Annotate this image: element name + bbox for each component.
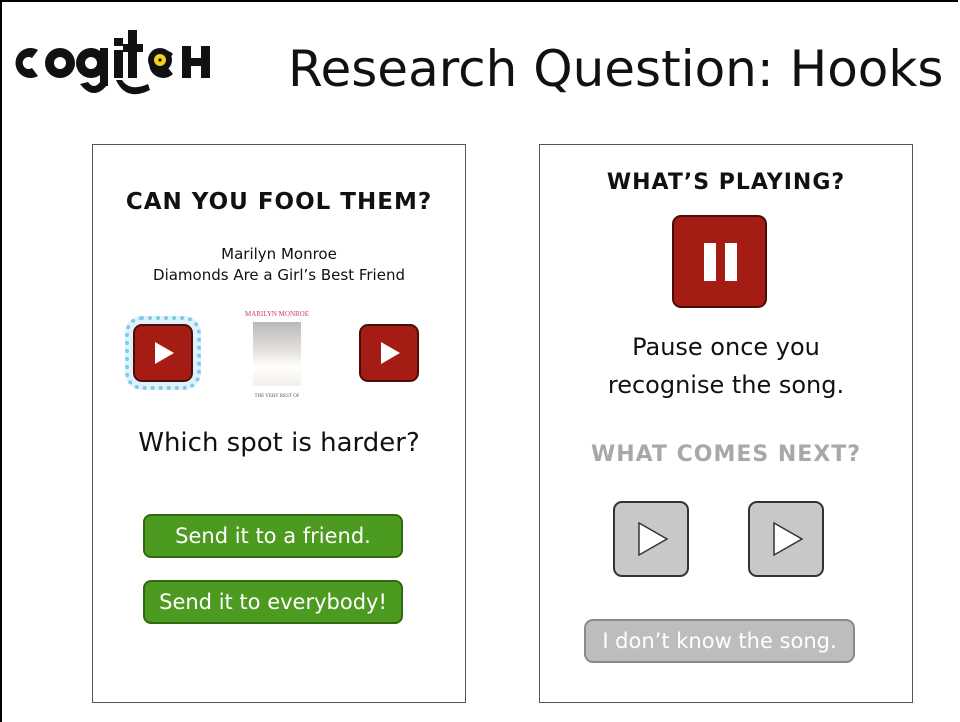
pause-icon	[704, 243, 716, 281]
send-to-everybody-button[interactable]: Send it to everybody!	[143, 580, 403, 624]
play-button-right[interactable]	[359, 324, 419, 382]
slide-title: Research Question: Hooks	[288, 40, 944, 98]
play-icon	[381, 342, 400, 364]
next-option-play-button-1[interactable]	[613, 501, 689, 577]
question-text: Which spot is harder?	[138, 428, 420, 458]
what-comes-next-heading: WHAT COMES NEXT?	[590, 442, 862, 467]
pause-button[interactable]	[672, 215, 767, 308]
can-you-fool-them-panel: CAN YOU FOOL THEM? Marilyn Monroe Diamon…	[92, 144, 466, 703]
play-button-left[interactable]	[125, 316, 201, 390]
album-photo	[253, 322, 301, 386]
panel-heading: WHAT’S PLAYING?	[606, 170, 846, 195]
vinyl-record-icon	[148, 48, 172, 72]
album-cover-bottom-text: THE VERY BEST OF	[254, 394, 300, 399]
play-icon	[773, 521, 804, 557]
instruction-line-1: Pause once you	[632, 333, 820, 361]
play-icon	[155, 342, 174, 364]
cogitch-logo	[15, 30, 210, 95]
next-option-play-button-2[interactable]	[748, 501, 824, 577]
send-to-friend-button[interactable]: Send it to a friend.	[143, 514, 403, 558]
dont-know-song-button[interactable]: I don’t know the song.	[584, 619, 855, 663]
play-icon	[638, 521, 669, 557]
instruction-line-2: recognise the song.	[607, 371, 845, 399]
whats-playing-panel: WHAT’S PLAYING? Pause once you recognise…	[539, 144, 913, 703]
pause-icon-bar	[725, 243, 737, 281]
album-cover-top-text: MARILYN MONROE	[244, 310, 310, 318]
panel-heading: CAN YOU FOOL THEM?	[125, 189, 433, 215]
album-cover: MARILYN MONROE THE VERY BEST OF	[237, 310, 317, 402]
song-artist: Marilyn Monroe	[221, 245, 337, 263]
song-title: Diamonds Are a Girl’s Best Friend	[153, 266, 405, 284]
